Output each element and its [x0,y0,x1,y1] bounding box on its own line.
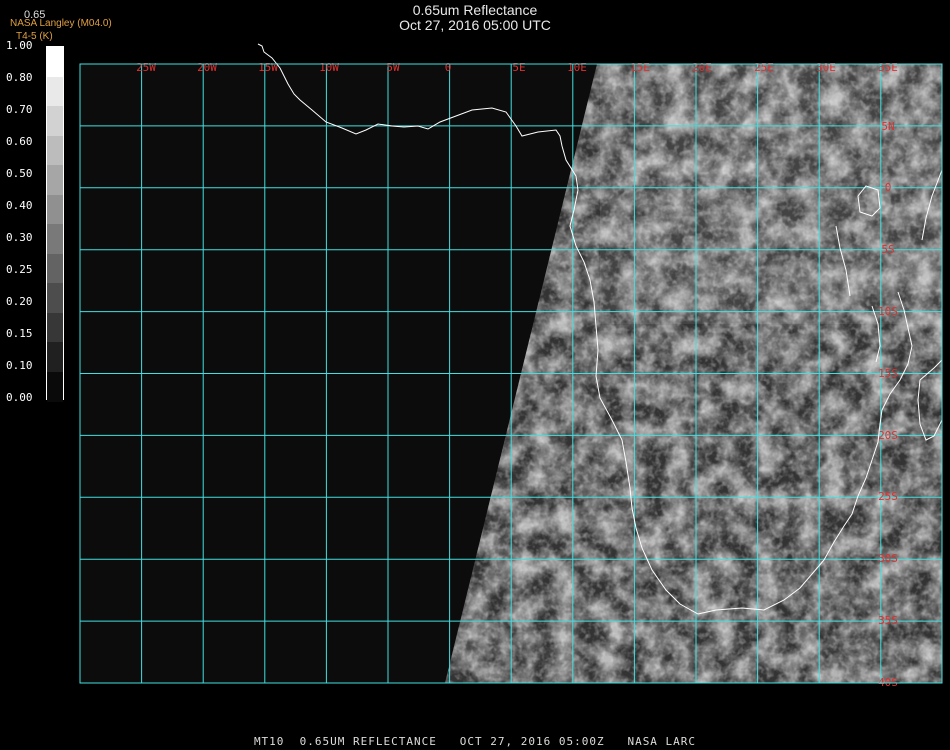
latitude-label: 15S [878,367,898,380]
longitude-label: 30E [816,61,836,74]
satellite-map: 25W 20W 15W 10W 5W 0 5E 10E 15E 20E 25E 30E 35E 5N 0 5S… [79,43,943,689]
longitude-label: 35E [878,61,898,74]
longitude-label: 25E [754,61,774,74]
latitude-label: 0 [885,181,892,194]
latitude-label: 10S [878,305,898,318]
latitude-label: 30S [878,552,898,565]
longitude-label: 15W [258,61,278,74]
latitude-label: 35S [878,614,898,627]
longitude-label: 5W [386,61,400,74]
longitude-label: 0 [445,61,452,74]
longitude-label: 20W [197,61,217,74]
longitude-label: 25W [136,61,156,74]
longitude-label: 20E [692,61,712,74]
longitude-label: 15E [630,61,650,74]
latitude-label: 25S [878,490,898,503]
latitude-label: 5S [881,243,894,256]
longitude-label: 5E [512,61,525,74]
latitude-label: 5N [881,120,894,133]
longitude-label: 10E [567,61,587,74]
footer-caption: MT10 0.65UM REFLECTANCE OCT 27, 2016 05:… [253,735,697,748]
latitude-label: 20S [878,429,898,442]
longitude-label: 10W [319,61,339,74]
